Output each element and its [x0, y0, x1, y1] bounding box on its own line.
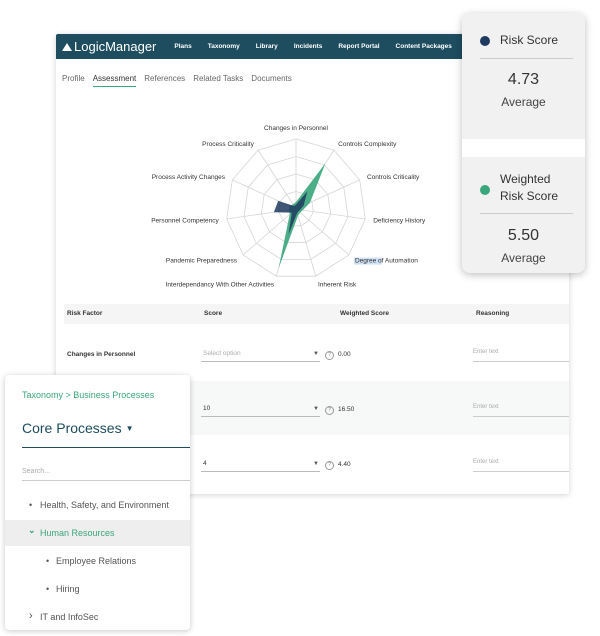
tree-item-label: Hiring: [56, 584, 80, 594]
risk-score-value: 4.73: [507, 71, 540, 88]
radar-axis-label: Process Activity Changes: [152, 174, 226, 181]
risk-score-label: Average: [501, 95, 546, 109]
divider: [480, 213, 573, 214]
chevron-down-icon: ▼: [313, 406, 319, 412]
reasoning-placeholder: Enter text: [473, 349, 499, 355]
radar-spoke: [295, 208, 366, 220]
tree-item-human-resources[interactable]: ⌄ Human Resources: [5, 520, 190, 546]
weighted-score-legend-dot: [480, 185, 490, 195]
divider: [22, 447, 190, 448]
score-select[interactable]: 4 ▼: [201, 459, 320, 472]
risk-score-title: Risk Score: [500, 33, 559, 47]
score-select[interactable]: Select option ▼: [201, 349, 320, 362]
tree-item-it-infosec[interactable]: › IT and InfoSec: [5, 604, 190, 630]
reasoning-placeholder: Enter text: [473, 404, 499, 410]
score-summary-card: Risk Score 4.73 Average Weighted Risk Sc…: [462, 13, 585, 273]
weighted-score-label: Average: [501, 251, 546, 265]
divider: [480, 58, 573, 59]
risk-factor-table: Risk Factor Score Weighted Score Reasoni…: [64, 304, 569, 472]
tree-item-health-safety[interactable]: • Health, Safety, and Environment: [5, 492, 190, 518]
table-row: Changes in Personnel Select option ▼ ? 0…: [64, 326, 569, 380]
bullet-icon: •: [46, 556, 50, 566]
score-value: Select option: [203, 350, 241, 357]
radar-axis-label: Degree of Automation: [355, 258, 418, 265]
chevron-right-icon: ›: [29, 610, 33, 622]
reasoning-input[interactable]: Enter text: [473, 459, 569, 472]
radar-axis-label: Deficiency History: [373, 218, 426, 225]
table-header: Risk Factor Score Weighted Score Reasoni…: [64, 304, 569, 324]
weighted-score-value: 5.50: [507, 227, 540, 244]
breadcrumb[interactable]: Taxonomy > Business Processes: [22, 390, 154, 400]
help-icon[interactable]: ?: [325, 461, 334, 470]
score-value: 10: [203, 405, 211, 412]
tree-item-hiring[interactable]: • Hiring: [5, 576, 190, 602]
weighted-score-value: 16.50: [338, 406, 355, 413]
bullet-icon: •: [46, 584, 50, 594]
radar-axis-label: Interdependancy With Other Activities: [166, 281, 275, 288]
radar-axis-label: Pandemic Preparedness: [166, 258, 238, 265]
caret-down-icon: ▼: [125, 424, 134, 433]
divider: [462, 139, 585, 157]
weighted-score-value: 4.40: [338, 461, 351, 468]
taxonomy-panel: Taxonomy > Business Processes Core Proce…: [5, 375, 190, 630]
chevron-down-icon: ⌄: [28, 525, 36, 535]
tree-item-label: Human Resources: [40, 528, 115, 538]
risk-score-panel: Risk Score 4.73 Average: [462, 13, 585, 139]
tree-item-label: IT and InfoSec: [40, 612, 99, 622]
help-icon[interactable]: ?: [325, 406, 334, 415]
risk-factor-name: Changes in Personnel: [67, 351, 136, 358]
radar-axis-label: Inherent Risk: [318, 281, 357, 288]
weighted-score-area: [278, 163, 326, 269]
tree-item-label: Health, Safety, and Environment: [40, 500, 169, 510]
chevron-down-icon: ▼: [313, 351, 319, 357]
chevron-down-icon: ▼: [313, 461, 319, 467]
tree-item-label: Employee Relations: [56, 556, 137, 566]
radar-axis-label: Controls Complexity: [338, 141, 397, 148]
score-value: 4: [203, 460, 207, 467]
weighted-risk-score-panel: Weighted Risk Score 5.50 Average: [462, 157, 585, 273]
weighted-score-title-line1: Weighted: [500, 172, 551, 186]
reasoning-input[interactable]: Enter text: [473, 349, 569, 362]
bullet-icon: •: [29, 500, 33, 510]
taxonomy-title-dropdown[interactable]: Core Processes ▼: [22, 420, 134, 436]
reasoning-input[interactable]: Enter text: [473, 404, 569, 417]
radar-axis-label: Process Criticality: [202, 141, 254, 148]
risk-score-legend-dot: [480, 36, 490, 46]
col-reasoning: Reasoning: [476, 310, 510, 317]
score-select[interactable]: 10 ▼: [201, 404, 320, 417]
col-risk-factor: Risk Factor: [67, 310, 103, 317]
weighted-score-value: 0.00: [338, 351, 351, 358]
col-score: Score: [204, 310, 223, 317]
taxonomy-search-input[interactable]: Search...: [22, 468, 190, 481]
help-icon[interactable]: ?: [325, 351, 334, 360]
search-placeholder: Search...: [22, 468, 51, 475]
radar-axis-label: Controls Criticality: [367, 174, 420, 181]
reasoning-placeholder: Enter text: [473, 459, 499, 465]
col-weighted-score: Weighted Score: [340, 310, 390, 317]
weighted-score-title-line2: Risk Score: [500, 189, 559, 203]
radar-axis-label: Changes in Personnel: [264, 125, 329, 132]
radar-axis-label: Personnel Competency: [151, 218, 219, 225]
tree-item-employee-relations[interactable]: • Employee Relations: [5, 548, 190, 574]
taxonomy-title: Core Processes: [22, 420, 122, 436]
